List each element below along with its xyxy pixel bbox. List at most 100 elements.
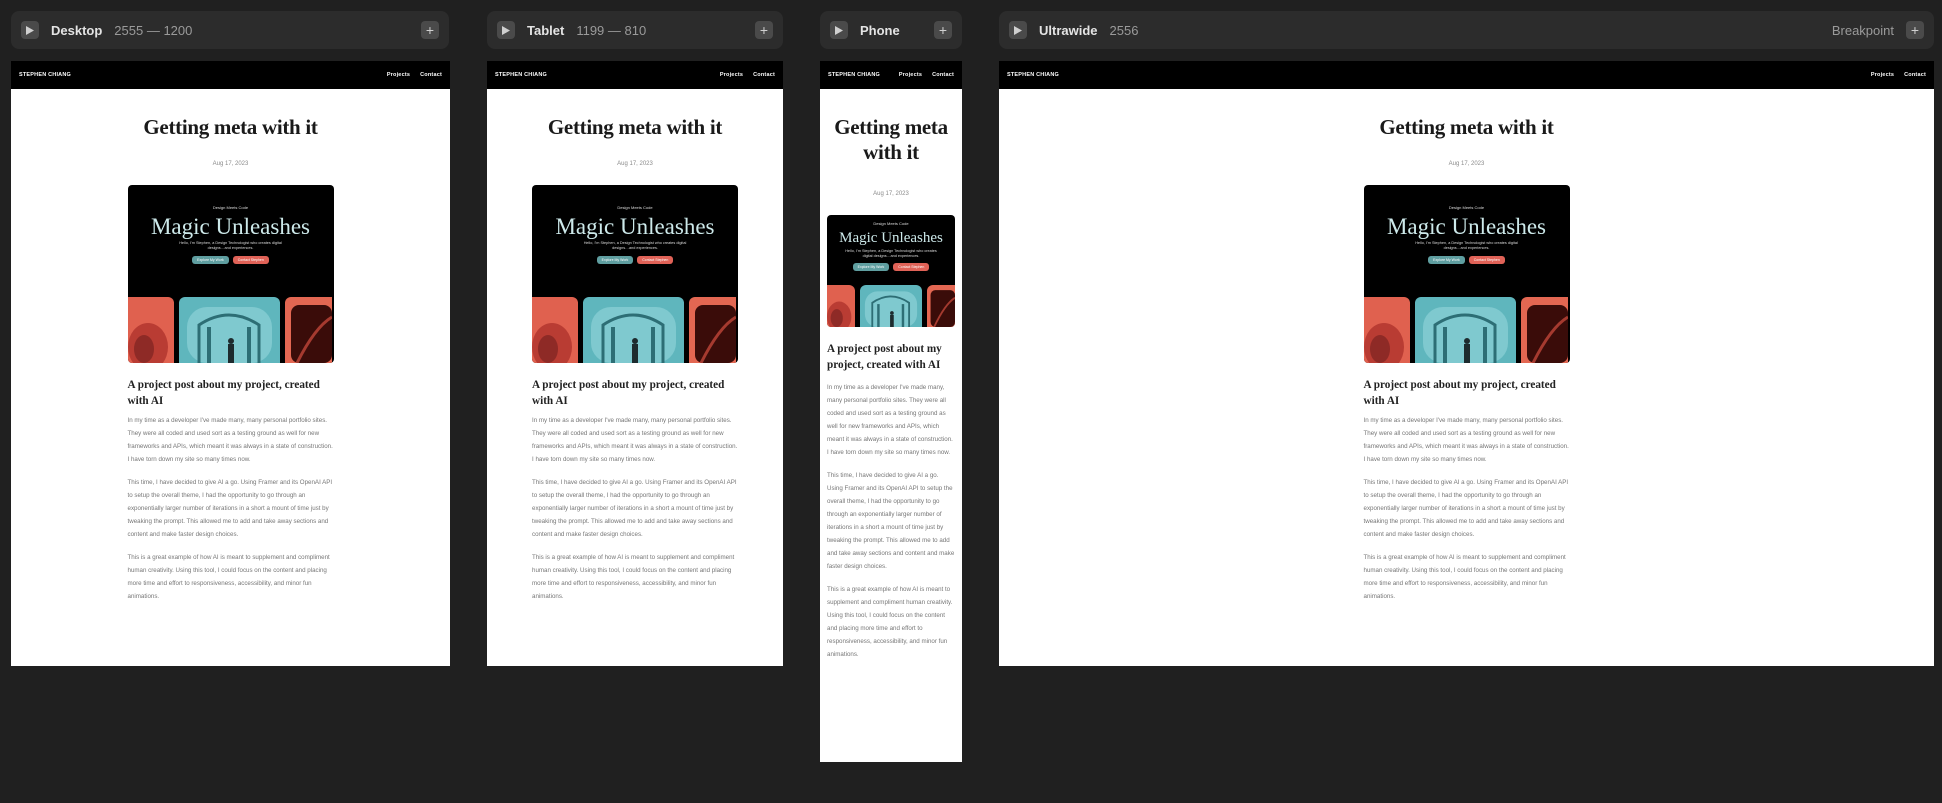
hero-subtitle: Hello, I'm Stephen, a Design Technologis…	[179, 241, 282, 251]
nav-link-contact[interactable]: Contact	[1904, 72, 1926, 78]
nav-link-contact[interactable]: Contact	[932, 72, 954, 78]
post-paragraph: This is a great example of how AI is mea…	[827, 586, 953, 659]
post-heading: A project post about my project, created…	[127, 379, 320, 408]
play-preview-button[interactable]	[21, 21, 39, 39]
post-date: Aug 17, 2023	[212, 161, 249, 167]
hero-header: Design Meets Code Magic Unleashes Hello, I…	[1364, 185, 1570, 264]
site-nav: STEPHEN CHIANG Projects Contact	[487, 61, 783, 89]
nav-links: Projects Contact	[899, 72, 954, 78]
breakpoint-label[interactable]: Breakpoint	[1832, 23, 1894, 38]
post-paragraph: This time, I have decided to give AI a g…	[127, 479, 333, 539]
hero-eyebrow: Design Meets Code	[617, 205, 653, 210]
explore-work-button[interactable]: Explore My Work	[596, 255, 634, 264]
hero-header: Design Meets Code Magic Unleashes Hello, I…	[128, 185, 334, 264]
article: Getting meta with it Aug 17, 2023 Design M…	[827, 89, 955, 762]
phone-breakpoint-bar: Phone +	[820, 11, 962, 49]
hero-eyebrow: Design Meets Code	[1448, 205, 1485, 210]
hero-eyebrow: Design Meets Code	[212, 205, 249, 210]
site-brand[interactable]: STEPHEN CHIANG	[19, 72, 71, 78]
desktop-breakpoint-bar: Desktop 2555 — 1200 +	[11, 11, 449, 49]
breakpoint-name: Tablet	[527, 22, 565, 38]
breakpoint-name: Ultrawide	[1039, 22, 1098, 38]
post-paragraph: This time, I have decided to give AI a g…	[1363, 479, 1569, 539]
nav-link-projects[interactable]: Projects	[899, 72, 922, 78]
contact-button[interactable]: Contact Stephen	[893, 262, 930, 271]
post-body: In my time as a developer I've made many…	[128, 414, 334, 613]
play-preview-button[interactable]	[1009, 21, 1027, 39]
architecture-card	[583, 297, 684, 363]
post-heading: A project post about my project, created…	[1363, 379, 1556, 408]
hero-buttons: Explore My Work Contact Stephen	[827, 262, 955, 271]
breakpoint-size: 1199 — 810	[576, 22, 647, 38]
post-date: Aug 17, 2023	[1448, 161, 1485, 167]
tablet-breakpoint-bar: Tablet 1199 — 810 +	[487, 11, 783, 49]
nav-link-projects[interactable]: Projects	[387, 72, 410, 78]
post-paragraph: This time, I have decided to give AI a g…	[827, 472, 955, 571]
flower-card	[827, 285, 855, 327]
post-title: Getting meta with it	[143, 115, 318, 139]
post-paragraph: In my time as a developer I've made many…	[1363, 417, 1569, 464]
ultrawide-frame: STEPHEN CHIANG Projects Contact Getting met…	[999, 61, 1934, 666]
explore-work-button[interactable]: Explore My Work	[852, 262, 890, 271]
post-paragraph: In my time as a developer I've made many…	[532, 417, 738, 464]
abstract-card	[689, 297, 736, 363]
site-brand[interactable]: STEPHEN CHIANG	[495, 72, 547, 78]
nav-link-contact[interactable]: Contact	[753, 72, 775, 78]
add-breakpoint-button[interactable]: +	[421, 21, 439, 39]
site-brand[interactable]: STEPHEN CHIANG	[828, 72, 880, 78]
phone-frame: STEPHEN CHIANG Projects Contact Getting met…	[820, 61, 962, 762]
article: Getting meta with it Aug 17, 2023 Design M…	[1363, 89, 1570, 666]
post-title: Getting meta with it	[834, 115, 948, 165]
hero-image: Design Meets Code Magic Unleashes Hello, I…	[827, 215, 955, 327]
contact-button[interactable]: Contact Stephen	[232, 255, 269, 264]
breakpoint-size: 2556	[1109, 22, 1139, 38]
abstract-card	[1520, 297, 1568, 363]
post-body: In my time as a developer I've made many…	[827, 381, 955, 671]
site-nav: STEPHEN CHIANG Projects Contact	[11, 61, 450, 89]
nav-links: Projects Contact	[1871, 72, 1926, 78]
hero-buttons: Explore My Work Contact Stephen	[532, 255, 738, 264]
hero-image: Design Meets Code Magic Unleashes Hello, I…	[127, 185, 334, 363]
hero-heading: Magic Unleashes	[1386, 214, 1547, 239]
hero-header: Design Meets Code Magic Unleashes Hello, I…	[827, 215, 955, 271]
nav-link-projects[interactable]: Projects	[720, 72, 743, 78]
site-nav: STEPHEN CHIANG Projects Contact	[999, 61, 1934, 89]
flower-card	[532, 297, 578, 363]
post-title: Getting meta with it	[1379, 115, 1554, 139]
nav-link-projects[interactable]: Projects	[1871, 72, 1894, 78]
contact-button[interactable]: Contact Stephen	[1468, 255, 1505, 264]
tablet-frame: STEPHEN CHIANG Projects Contact Getting met…	[487, 61, 783, 666]
explore-work-button[interactable]: Explore My Work	[192, 255, 229, 264]
play-icon	[502, 25, 510, 35]
nav-link-contact[interactable]: Contact	[420, 72, 442, 78]
play-icon	[835, 25, 843, 35]
architecture-card	[1414, 297, 1516, 363]
play-preview-button[interactable]	[830, 21, 848, 39]
hero-cards	[127, 297, 334, 363]
play-icon	[26, 25, 34, 35]
post-paragraph: In my time as a developer I've made many…	[827, 384, 953, 457]
breakpoint-name: Phone	[860, 22, 900, 38]
play-preview-button[interactable]	[497, 21, 515, 39]
contact-button[interactable]: Contact Stephen	[637, 255, 674, 264]
add-breakpoint-button[interactable]: +	[755, 21, 773, 39]
hero-header: Design Meets Code Magic Unleashes Hello, I…	[532, 185, 738, 264]
post-date: Aug 17, 2023	[617, 161, 653, 167]
add-breakpoint-button[interactable]: +	[1906, 21, 1924, 39]
hero-image: Design Meets Code Magic Unleashes Hello, I…	[532, 185, 738, 363]
post-paragraph: This is a great example of how AI is mea…	[1363, 554, 1566, 601]
post-paragraph: This is a great example of how AI is mea…	[532, 554, 735, 601]
hero-image: Design Meets Code Magic Unleashes Hello, I…	[1363, 185, 1570, 363]
post-paragraph: This time, I have decided to give AI a g…	[532, 479, 737, 539]
add-breakpoint-button[interactable]: +	[934, 21, 952, 39]
hero-subtitle: Hello, I'm Stephen, a Design Technologis…	[1415, 241, 1518, 251]
hero-buttons: Explore My Work Contact Stephen	[1364, 255, 1570, 264]
nav-links: Projects Contact	[387, 72, 442, 78]
article: Getting meta with it Aug 17, 2023 Design M…	[532, 89, 738, 666]
hero-subtitle: Hello, I'm Stephen, a Design Technologis…	[845, 248, 937, 258]
site-brand[interactable]: STEPHEN CHIANG	[1007, 72, 1059, 78]
explore-work-button[interactable]: Explore My Work	[1428, 255, 1465, 264]
architecture-card	[178, 297, 280, 363]
post-title: Getting meta with it	[547, 115, 723, 139]
desktop-frame: STEPHEN CHIANG Projects Contact Getting met…	[11, 61, 450, 666]
